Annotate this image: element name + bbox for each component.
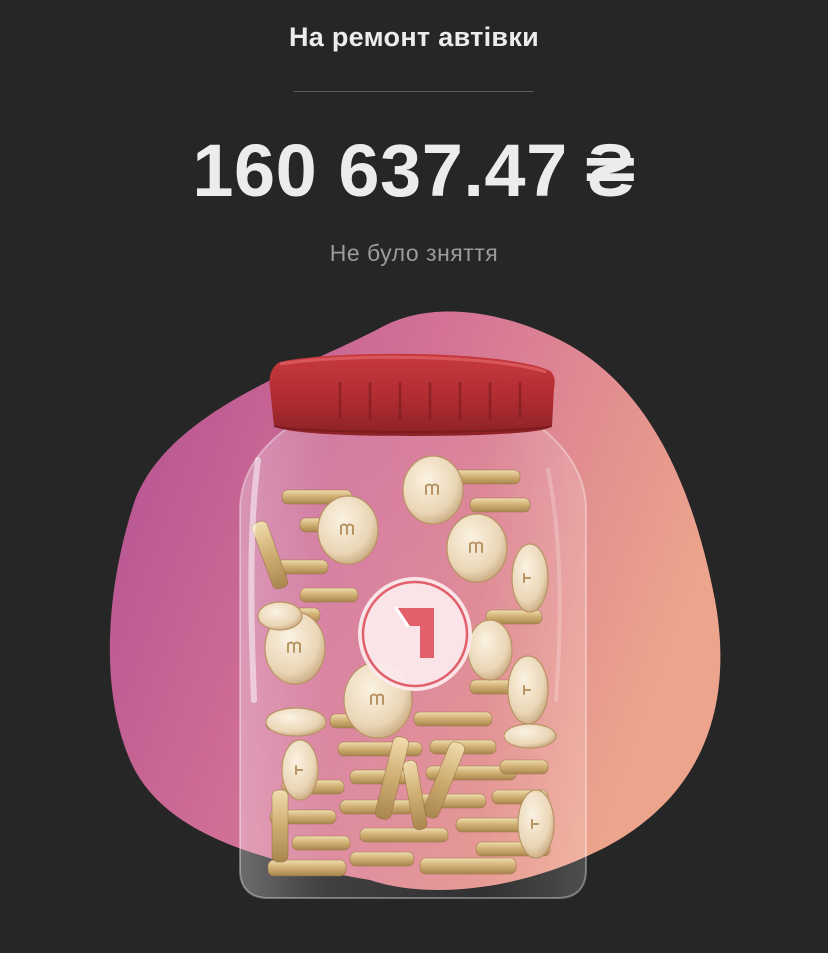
jar-balance: 160 637.47 ₴ [0,128,828,213]
title-divider [294,91,534,92]
jar-lid [269,353,555,436]
balance-amount: 160 637.47 [192,129,568,212]
jar-logo-badge [358,577,472,691]
jar-screen: На ремонт автівки 160 637.47 ₴ Не було зн… [0,0,828,953]
withdrawal-status: Не було зняття [329,240,499,266]
coin-jar-illustration [0,300,828,953]
currency-symbol: ₴ [585,129,636,212]
jar-title: На ремонт автівки [288,22,540,52]
